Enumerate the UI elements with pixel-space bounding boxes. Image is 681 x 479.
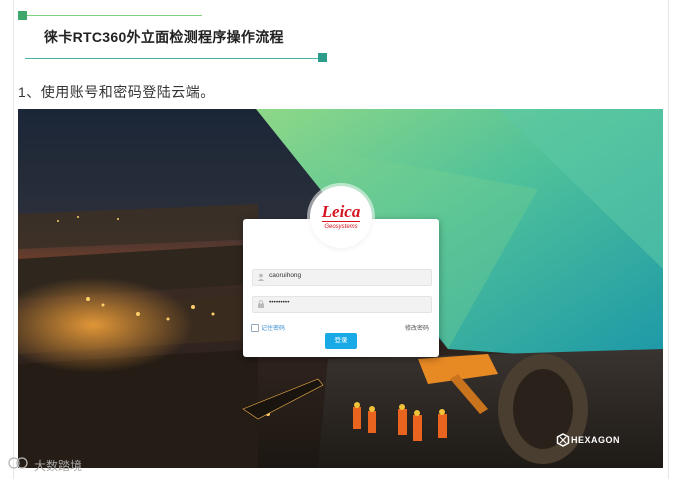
section-title: 徕卡RTC360外立面检测程序操作流程 [44, 29, 284, 45]
login-button[interactable]: 登录 [325, 333, 357, 349]
hexagon-logo-icon [556, 433, 570, 447]
user-icon [257, 273, 265, 281]
watermark-icon [8, 457, 28, 469]
lock-icon [258, 300, 264, 308]
header-top-line [20, 15, 202, 16]
leica-logo: Leica Geosystems [310, 186, 372, 248]
header-bottom-square [318, 53, 327, 62]
hexagon-brand: HEXAGON [571, 435, 621, 445]
header-top-square [18, 11, 27, 20]
leica-brand-text: Leica [321, 202, 361, 221]
step-instruction: 1、使用账号和密码登陆云端。 [18, 84, 215, 100]
username-field[interactable]: caoruihong [252, 269, 432, 286]
left-margin-rule [13, 0, 14, 479]
remember-password-checkbox[interactable] [251, 324, 259, 332]
header-bottom-line [25, 58, 323, 59]
leica-subtitle: Geosystems [324, 224, 358, 230]
username-value: caoruihong [269, 272, 302, 279]
leica-logo-underline [322, 221, 360, 222]
watermark-text: 大数踏境 [34, 459, 83, 473]
remember-password-label[interactable]: 记住密码 [261, 323, 285, 332]
password-field[interactable]: ••••••••• [252, 296, 432, 313]
password-value: ••••••••• [269, 299, 290, 306]
change-password-link[interactable]: 修改密码 [405, 323, 429, 332]
right-margin-rule [668, 0, 669, 479]
